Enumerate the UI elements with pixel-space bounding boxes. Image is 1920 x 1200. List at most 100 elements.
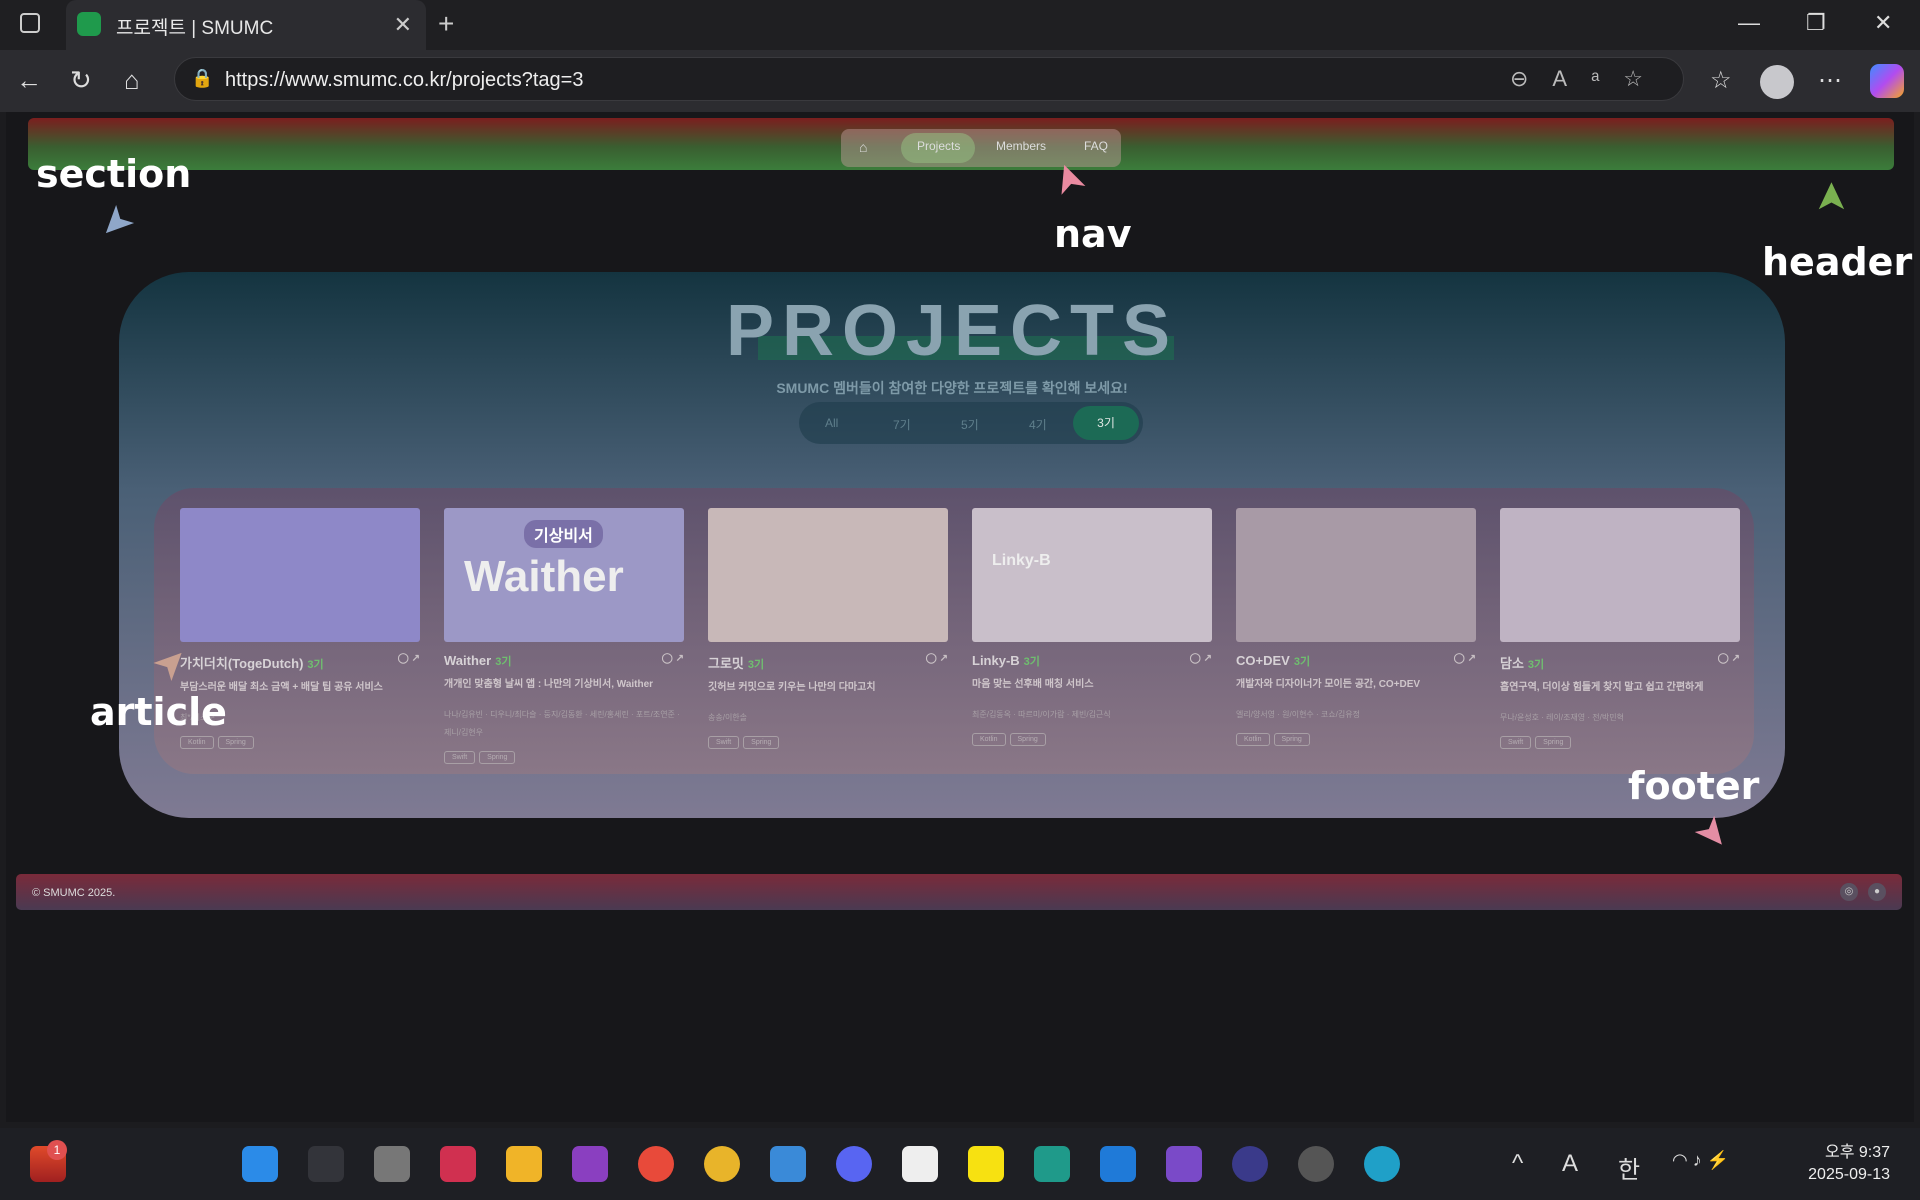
photos-icon[interactable]	[770, 1146, 806, 1182]
nav-members[interactable]: Members	[996, 139, 1046, 153]
github-icon[interactable]: ◯ ↗	[1718, 653, 1740, 664]
generation-filter: All 7기 5기 4기 3기	[799, 402, 1143, 444]
tab-bar: 프로젝트 | SMUMC ✕ + — ❐ ✕	[0, 0, 1920, 50]
github-icon[interactable]: ◯ ↗	[662, 653, 684, 664]
visual-studio-icon[interactable]	[1166, 1146, 1202, 1182]
address-actions-icon[interactable]: ⊖Aᵃ☆	[1510, 66, 1667, 92]
thumbnail-text: Linky-B	[992, 552, 1051, 569]
tech-tag: Kotlin	[1236, 733, 1270, 746]
github-icon[interactable]: ◯ ↗	[1190, 653, 1212, 664]
filter-3[interactable]: 3기	[1073, 406, 1139, 440]
project-members: 나나/김유빈 · 디우니/최다슬 · 둥지/김동환 · 세린/홍세린 · 포트/…	[444, 710, 680, 737]
new-tab-icon[interactable]: +	[438, 8, 454, 40]
annotation-footer: footer	[1628, 764, 1760, 808]
toolbar: ← ↻ ⌂ 🔒 https://www.smumc.co.kr/projects…	[0, 50, 1920, 112]
kakaotalk-icon[interactable]	[968, 1146, 1004, 1182]
active-tab[interactable]: 프로젝트 | SMUMC ✕	[66, 0, 426, 50]
onenote-icon[interactable]	[572, 1146, 608, 1182]
tag-list: Swift Spring	[444, 746, 684, 764]
filter-4[interactable]: 4기	[1029, 416, 1047, 433]
chrome-icon[interactable]	[704, 1146, 740, 1182]
filter-7[interactable]: 7기	[893, 416, 911, 433]
github-icon[interactable]: ◯ ↗	[1454, 653, 1476, 664]
visual-app-icon[interactable]	[1034, 1146, 1070, 1182]
notion-icon[interactable]	[902, 1146, 938, 1182]
project-card[interactable]: CO+DEV 3기 ◯ ↗ 개발자와 디자이너가 모이든 공간, CO+DEV 엘리…	[1236, 508, 1476, 746]
network-icon[interactable]: ◠ ♪ ⚡	[1672, 1150, 1729, 1171]
arrow-icon: ➤	[89, 195, 145, 251]
tech-tag: Spring	[1009, 733, 1046, 746]
project-thumbnail	[1236, 508, 1476, 642]
page-viewport: ⌂ Projects Members FAQ section ➤ nav ➤ h…	[6, 112, 1914, 1122]
chrome-profile-icon[interactable]	[638, 1146, 674, 1182]
tech-tag: Swift	[1500, 736, 1532, 749]
project-generation: 3기	[1293, 656, 1311, 668]
filter-all[interactable]: All	[825, 416, 838, 430]
project-members: 최준/김동옥 · 따르미/이가람 · 제빈/김근식	[972, 710, 1111, 719]
copilot-icon[interactable]	[1870, 64, 1904, 98]
nav-faq[interactable]: FAQ	[1084, 139, 1108, 153]
project-generation: 3기	[1023, 656, 1040, 668]
github-icon[interactable]: ◯ ↗	[926, 653, 948, 664]
project-card[interactable]: 담소 3기 ◯ ↗ 흡연구역, 더이상 힘들게 찾지 말고 쉽고 간편하게 무나/윤…	[1500, 508, 1740, 749]
home-nav-icon[interactable]: ⌂	[859, 139, 867, 155]
tech-tag: Spring	[743, 736, 780, 749]
arrow-icon: ➤	[1808, 180, 1853, 214]
filter-5[interactable]: 5기	[961, 416, 979, 433]
page-title: PROJECTS	[725, 291, 1179, 371]
site-header: ⌂ Projects Members FAQ	[28, 118, 1894, 170]
tech-tag: Spring	[1535, 736, 1572, 749]
projects-article: 가치더치(TogeDutch) 3기 ◯ ↗ 부담스러운 배달 최소 금액 + 배달…	[154, 488, 1754, 774]
site-info-icon[interactable]: 🔒	[191, 68, 213, 89]
url-text[interactable]: https://www.smumc.co.kr/projects?tag=3	[225, 69, 583, 92]
home-icon[interactable]: ⌂	[124, 65, 140, 96]
tech-tag: Swift	[708, 736, 740, 749]
security-app-icon[interactable]	[440, 1146, 476, 1182]
project-description: 마음 맞는 선후배 매칭 서비스	[972, 679, 1094, 690]
obs-icon[interactable]	[1298, 1146, 1334, 1182]
project-card[interactable]: 그로밋 3기 ◯ ↗ 깃허브 커밋으로 키우는 나만의 다마고치 송송/이한솔 Sw…	[708, 508, 948, 749]
profile-avatar[interactable]	[1760, 65, 1794, 99]
project-card[interactable]: 기상비서 Waither Waither 3기 ◯ ↗ 개개인 맞춤형 날씨 앱 :…	[444, 508, 684, 764]
tab-actions-icon[interactable]	[20, 13, 40, 33]
back-icon[interactable]: ←	[16, 65, 42, 96]
project-thumbnail	[708, 508, 948, 642]
clock-time: 오후 9:37	[1824, 1144, 1890, 1161]
tag-list: Swift Spring	[708, 731, 948, 749]
eclipse-icon[interactable]	[1232, 1146, 1268, 1182]
project-thumbnail: 기상비서 Waither	[444, 508, 684, 642]
project-card[interactable]: Linky-B Linky-B 3기 ◯ ↗ 마음 맞는 선후배 매칭 서비스 최준…	[972, 508, 1212, 746]
close-tab-icon[interactable]: ✕	[394, 12, 412, 38]
nav-projects[interactable]: Projects	[917, 139, 960, 153]
ime-mode[interactable]: A	[1562, 1150, 1578, 1178]
discord-icon[interactable]	[836, 1146, 872, 1182]
tag-list: Kotlin Spring	[1236, 728, 1476, 746]
file-explorer-icon[interactable]	[506, 1146, 542, 1182]
more-icon[interactable]: ⋯	[1818, 66, 1842, 95]
ime-language[interactable]: 한	[1618, 1150, 1640, 1185]
tray-overflow-icon[interactable]: ^	[1512, 1150, 1523, 1178]
refresh-icon[interactable]: ↻	[70, 65, 92, 96]
favorites-icon[interactable]: ☆	[1710, 66, 1732, 95]
address-bar[interactable]: 🔒 https://www.smumc.co.kr/projects?tag=3…	[174, 57, 1684, 101]
task-view-icon[interactable]	[374, 1146, 410, 1182]
vscode-icon[interactable]	[1100, 1146, 1136, 1182]
project-title: 가치더치(TogeDutch)	[180, 656, 304, 671]
start-icon[interactable]	[242, 1146, 278, 1182]
instagram-icon[interactable]: ◎	[1840, 883, 1858, 901]
project-generation: 3기	[1527, 659, 1545, 671]
edge-icon[interactable]	[1364, 1146, 1400, 1182]
window-close-icon[interactable]: ✕	[1874, 10, 1892, 36]
project-description: 흡연구역, 더이상 힘들게 찾지 말고 쉽고 간편하게	[1500, 682, 1704, 693]
github-icon[interactable]: ◯ ↗	[398, 653, 420, 664]
clock[interactable]: 오후 9:37 2025-09-13	[1808, 1142, 1890, 1186]
taskbar: 1 ^ A 한 ◠ ♪ ⚡ 오후 9:37 2025-09-13	[0, 1128, 1920, 1200]
chat-icon[interactable]: ●	[1868, 883, 1886, 901]
project-title: CO+DEV	[1236, 653, 1290, 668]
search-icon[interactable]	[308, 1146, 344, 1182]
project-members: 송송/이한솔	[708, 713, 748, 722]
tech-tag: Swift	[444, 751, 476, 764]
restore-icon[interactable]: ❐	[1806, 10, 1826, 36]
tab-title: 프로젝트 | SMUMC	[116, 18, 274, 39]
minimize-icon[interactable]: —	[1738, 10, 1760, 36]
